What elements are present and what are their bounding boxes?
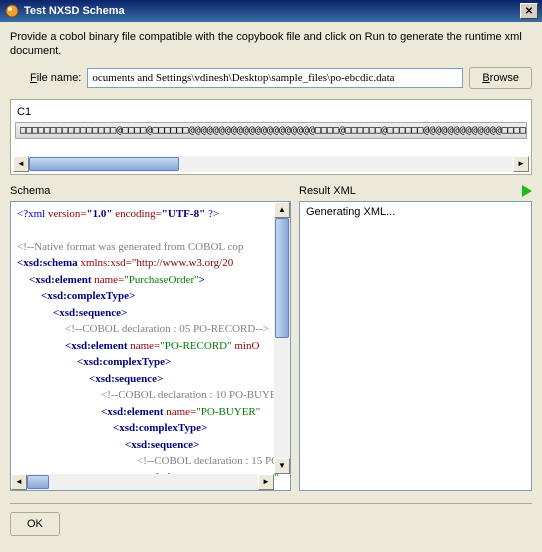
schema-content: <?xml version="1.0" encoding="UTF-8" ?> … (10, 201, 291, 491)
titlebar: Test NXSD Schema ✕ (0, 0, 542, 22)
app-icon (4, 3, 20, 19)
schema-line: <!--COBOL declaration : 10 PO-BUYER (17, 387, 284, 404)
preview-panel: C1 □□□□□□□□□□□□□□□□@□□□□@□□□□□□@@@@@@@@@… (10, 99, 532, 175)
schema-line: <xsd:complexType> (17, 354, 284, 371)
file-name-input[interactable] (87, 68, 463, 88)
result-panel: Result XML Generating XML... (299, 183, 532, 491)
result-text: Generating XML... (300, 202, 531, 222)
preview-data: □□□□□□□□□□□□□□□□@□□□□@□□□□□□@@@@@@@@@@@@… (15, 122, 527, 139)
scroll-thumb[interactable] (27, 475, 49, 489)
scroll-right-icon[interactable]: ► (513, 156, 529, 172)
scroll-thumb[interactable] (29, 157, 179, 171)
scroll-down-icon[interactable]: ▼ (274, 458, 290, 474)
schema-line: <xsd:complexType> (17, 288, 284, 305)
schema-line: <!--Native format was generated from COB… (17, 239, 284, 256)
preview-hscroll[interactable]: ◄ ► (13, 156, 529, 172)
scroll-up-icon[interactable]: ▲ (274, 202, 290, 218)
scroll-right-icon[interactable]: ► (258, 474, 274, 490)
preview-header: C1 (15, 104, 527, 120)
schema-hscroll[interactable]: ◄ ► (11, 474, 274, 490)
result-label: Result XML (299, 185, 356, 197)
window-title: Test NXSD Schema (24, 5, 520, 17)
scroll-thumb[interactable] (275, 218, 289, 338)
scroll-track[interactable] (29, 156, 513, 172)
file-label: File name: (30, 72, 81, 84)
schema-line: <!--COBOL declaration : 15 PO- (17, 453, 284, 470)
result-content: Generating XML... (299, 201, 532, 491)
schema-label: Schema (10, 185, 50, 197)
schema-line: <!--COBOL declaration : 05 PO-RECORD--> (17, 321, 284, 338)
file-row: File name: Browse (10, 67, 532, 89)
close-button[interactable]: ✕ (520, 3, 538, 19)
browse-button[interactable]: Browse (469, 67, 532, 89)
schema-line: <xsd:sequence> (17, 371, 284, 388)
ok-button[interactable]: OK (10, 512, 60, 536)
instruction-text: Provide a cobol binary file compatible w… (10, 30, 532, 59)
schema-vscroll[interactable]: ▲ ▼ (274, 202, 290, 474)
scroll-left-icon[interactable]: ◄ (11, 474, 27, 490)
run-button[interactable] (522, 185, 532, 197)
schema-panel: Schema <?xml version="1.0" encoding="UTF… (10, 183, 291, 491)
schema-line: <xsd:sequence> (17, 305, 284, 322)
schema-line: <xsd:sequence> (17, 437, 284, 454)
schema-line: <xsd:complexType> (17, 420, 284, 437)
scroll-left-icon[interactable]: ◄ (13, 156, 29, 172)
